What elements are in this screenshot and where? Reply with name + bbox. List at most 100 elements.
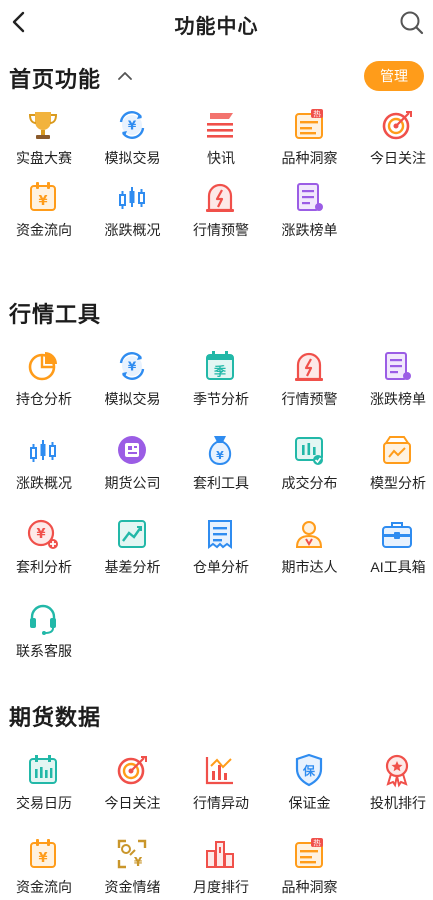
grid-item-flash-news[interactable]: 快讯 [178,106,264,186]
grid-item-label: 品种洞察 [281,879,338,895]
grid-item-medal[interactable]: 投机排行 [355,751,433,831]
grid-item-label: 季节分析 [193,391,249,407]
grid-item-label: 快讯 [207,150,235,166]
section-title-tools: 行情工具 [9,302,102,327]
grid-item-season-calendar[interactable]: 季季节分析 [178,347,264,427]
insight-hot-icon: 热 [294,838,323,868]
yuan-plus-icon: ¥ [27,519,58,549]
candlestick-icon [118,187,145,209]
grid-item-yuan-plus[interactable]: ¥ 套利分析 [1,515,87,595]
grid-item-abnormal-chart[interactable]: 行情异动 [178,751,264,831]
grid-item-label: 行情预警 [193,222,249,238]
abnormal-chart-icon [205,757,233,785]
grid-item-label: 涨跌榜单 [281,222,338,238]
grid-item-basis-chart[interactable]: 基差分析 [90,515,176,595]
list-doc-icon [385,352,411,380]
grid-item-list-doc[interactable]: 涨跌榜单 [355,347,433,427]
grid-item-fund-flow[interactable]: ¥ 资金流向 [1,178,87,258]
svg-text:¥: ¥ [127,119,136,133]
grid-item-insight-hot[interactable]: 热品种洞察 [267,835,353,900]
grid-item-label: 行情预警 [281,391,338,407]
grid-item-target[interactable]: 今日关注 [355,106,433,186]
svg-text:¥: ¥ [127,360,136,374]
chevron-up-icon[interactable] [117,68,133,84]
grid-item-yuan-exchange[interactable]: ¥ 模拟交易 [90,106,176,186]
headset-icon [30,604,56,635]
grid-item-label: 实盘大赛 [16,150,72,166]
grid-item-label: 模拟交易 [104,150,161,166]
trophy-icon [28,112,58,139]
grid-item-model-box[interactable]: 模型分析 [355,431,433,511]
grid-item-label: 今日关注 [104,795,161,811]
grid-item-label: 基差分析 [104,559,161,575]
grid-item-candlestick[interactable]: 涨跌概况 [1,431,87,511]
company-icon [117,436,146,464]
alarm-icon [206,183,234,212]
grid-item-bar-rank[interactable]: 月度排行 [178,835,264,900]
svg-text:¥: ¥ [133,855,142,869]
grid-item-distribution[interactable]: 成交分布 [267,431,353,511]
target-icon [382,111,412,140]
alarm-icon [294,352,323,381]
section-title-home: 首页功能 [9,67,102,92]
grid-item-toolbox[interactable]: AI工具箱 [355,515,433,595]
grid-item-alarm[interactable]: 行情预警 [178,178,264,258]
top-bar: 功能中心 [0,0,433,44]
grid-item-label: 涨跌概况 [16,475,72,491]
bar-rank-icon [206,841,234,868]
grid-item-label: 保证金 [288,795,331,811]
grid-item-target[interactable]: 今日关注 [90,751,176,831]
grid-item-list-doc[interactable]: 涨跌榜单 [267,178,353,258]
manage-button[interactable]: 管理 [364,61,424,91]
grid-item-label: AI工具箱 [370,559,426,575]
list-doc-icon [296,183,323,211]
grid-item-label: 模型分析 [370,475,426,491]
flash-news-icon [207,113,233,138]
grid-item-yuan-exchange[interactable]: ¥ 模拟交易 [90,347,176,427]
insight-hot-icon: 热 [294,109,323,139]
grid-item-label: 套利工具 [193,475,249,491]
grid-item-label: 涨跌榜单 [370,391,426,407]
money-bag-icon: ¥ [208,436,232,466]
grid-item-pie-chart[interactable]: 持仓分析 [1,347,87,427]
svg-text:¥: ¥ [36,527,45,542]
grid-item-money-bag[interactable]: ¥ 套利工具 [178,431,264,511]
fund-flow-icon: ¥ [30,839,56,868]
grid-item-label: 资金流向 [16,222,72,238]
grid-item-shield[interactable]: 保保证金 [267,751,353,831]
grid-item-label: 成交分布 [281,475,338,491]
grid-item-label: 资金情绪 [104,879,161,895]
svg-text:¥: ¥ [38,851,47,866]
grid-item-label: 模拟交易 [104,391,161,407]
candlestick-icon [30,440,56,462]
sentiment-icon: ¥ [117,839,146,869]
basis-chart-icon [117,520,146,548]
grid-item-company[interactable]: 期货公司 [90,431,176,511]
grid-item-label: 月度排行 [193,879,249,895]
svg-text:保: 保 [301,763,315,778]
grid-item-calendar[interactable]: 交易日历 [1,751,87,831]
grid-item-sentiment[interactable]: ¥ 资金情绪 [90,835,176,900]
grid-item-receipt[interactable]: 仓单分析 [178,515,264,595]
svg-text:季: 季 [213,364,227,379]
grid-item-candlestick[interactable]: 涨跌概况 [90,178,176,258]
season-calendar-icon: 季 [206,351,234,380]
grid-item-label: 投机排行 [370,795,426,811]
grid-item-label: 品种洞察 [281,150,338,166]
grid-item-trophy[interactable]: 实盘大赛 [1,106,87,186]
grid-item-expert[interactable]: 期市达人 [267,515,353,595]
grid-item-insight-hot[interactable]: 热品种洞察 [267,106,353,186]
grid-item-headset[interactable]: 联系客服 [1,599,87,679]
search-icon[interactable] [399,10,425,36]
yuan-exchange-icon: ¥ [119,352,144,380]
model-box-icon [383,436,411,464]
grid-item-label: 期市达人 [281,559,338,575]
toolbox-icon [382,522,412,548]
grid-item-label: 资金流向 [16,879,72,895]
svg-text:¥: ¥ [216,449,224,462]
shield-icon: 保 [295,753,322,787]
grid-item-alarm[interactable]: 行情预警 [267,347,353,427]
target-icon [117,756,147,785]
grid-item-fund-flow[interactable]: ¥ 资金流向 [1,835,87,900]
expert-icon [295,521,322,548]
